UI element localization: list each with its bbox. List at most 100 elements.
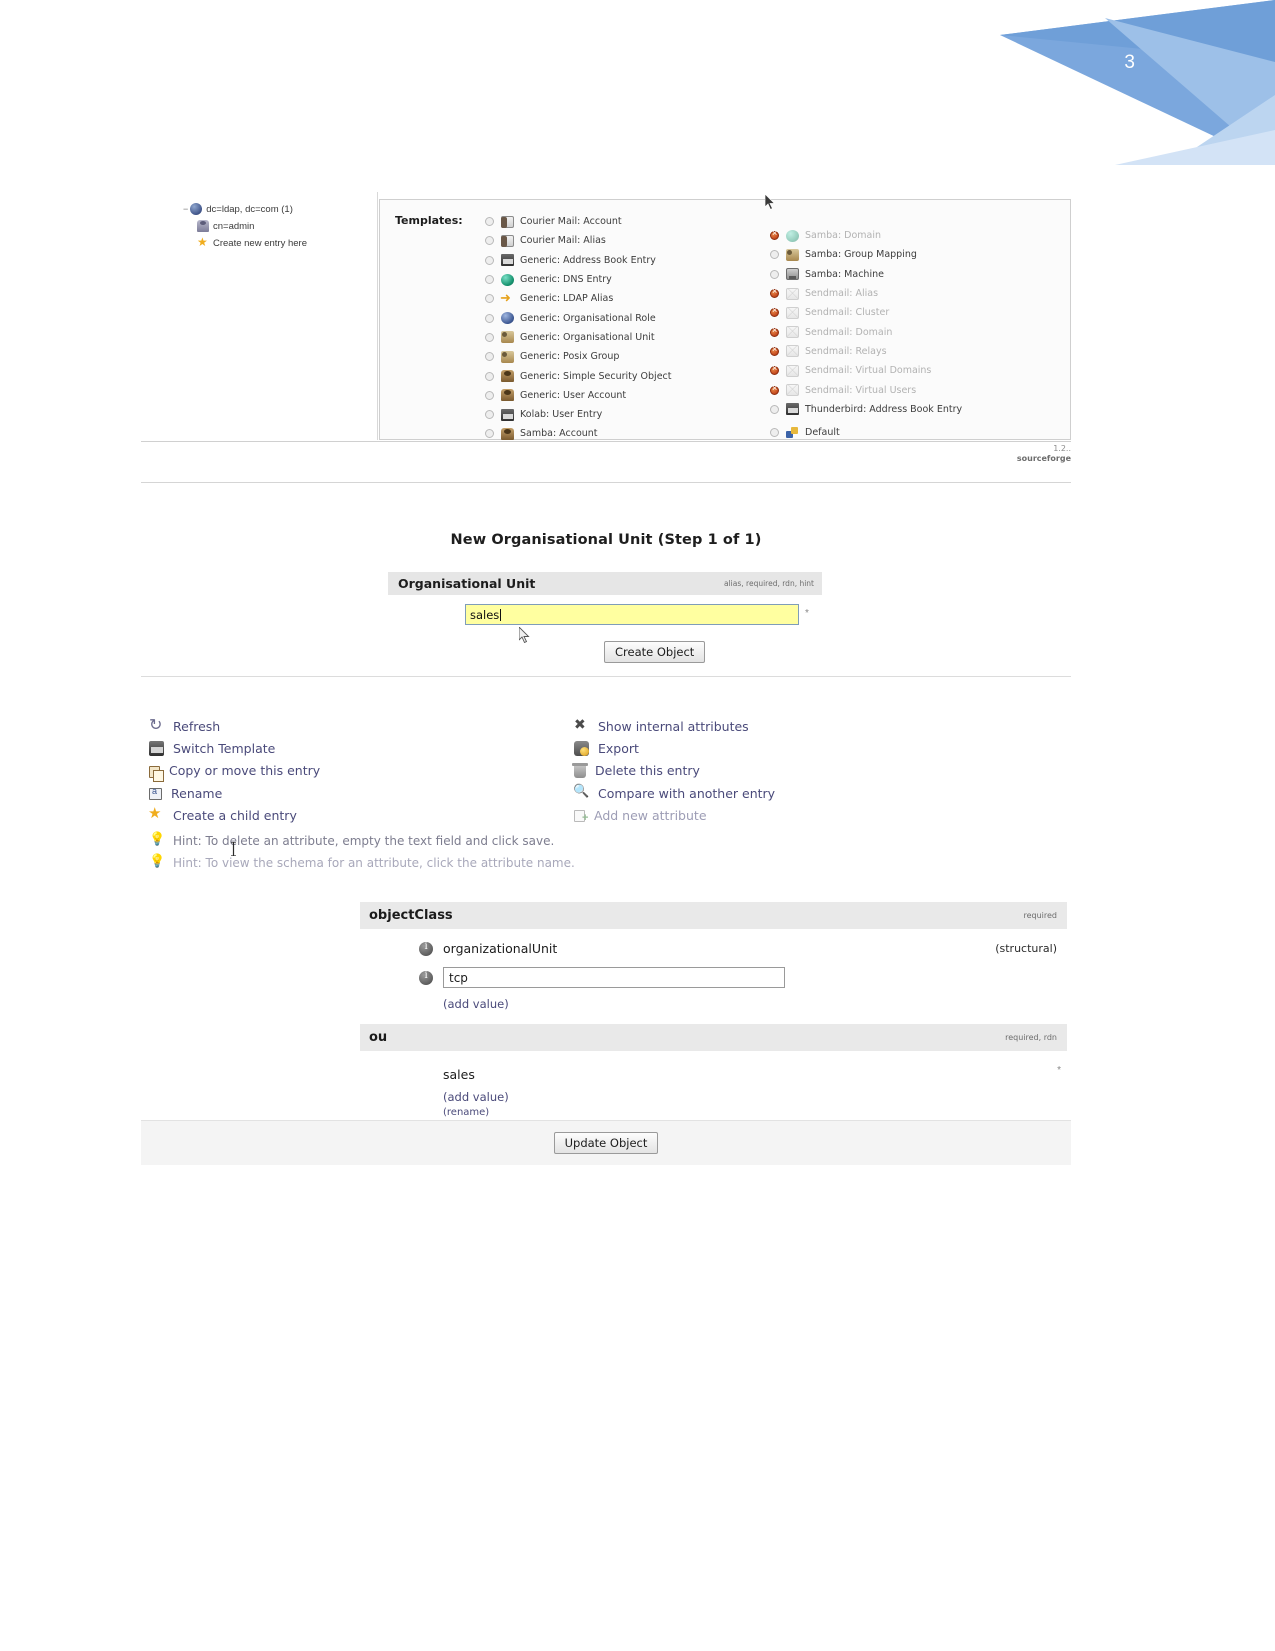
- radio-button[interactable]: [485, 429, 494, 439]
- templates-label: Templates:: [395, 214, 463, 227]
- add-value-link[interactable]: (add value): [360, 997, 1067, 1011]
- template-option[interactable]: Sendmail: Virtual Users: [770, 380, 1060, 399]
- section-divider: [141, 482, 1071, 483]
- radio-button[interactable]: [485, 255, 494, 265]
- template-label: Thunderbird: Address Book Entry: [805, 403, 963, 415]
- action-delete-entry[interactable]: Delete this entry: [572, 760, 775, 782]
- mail-account-icon: [501, 215, 514, 228]
- globe-icon: [190, 203, 203, 215]
- template-option[interactable]: Default: [770, 423, 1060, 442]
- switch-template-icon: [149, 740, 164, 756]
- radio-button-disabled: [770, 306, 779, 318]
- action-refresh[interactable]: Refresh: [149, 715, 320, 737]
- attribute-values: sales * (add value) (rename): [360, 1051, 1067, 1125]
- mail-icon: [786, 287, 799, 300]
- template-option[interactable]: Generic: Posix Group: [485, 347, 785, 366]
- info-icon[interactable]: [419, 941, 433, 956]
- template-option[interactable]: Kolab: User Entry: [485, 405, 785, 424]
- radio-button[interactable]: [485, 313, 494, 323]
- radio-button[interactable]: [485, 275, 494, 285]
- action-switch-template[interactable]: Switch Template: [149, 737, 320, 759]
- template-option[interactable]: Generic: Organisational Role: [485, 308, 785, 327]
- template-label: Sendmail: Alias: [805, 288, 879, 300]
- radio-button-disabled: [770, 229, 779, 241]
- template-label: Sendmail: Virtual Domains: [805, 365, 932, 377]
- template-label: Samba: Group Mapping: [805, 249, 917, 261]
- add-value-link[interactable]: (add value): [360, 1090, 1067, 1104]
- action-label: Add new attribute: [594, 807, 707, 823]
- template-label: Samba: Account: [520, 428, 598, 440]
- radio-button-disabled: [770, 287, 779, 299]
- objectclass-value-input[interactable]: [443, 967, 785, 988]
- radio-button[interactable]: [485, 294, 494, 304]
- attribute-value-row: [360, 965, 1067, 990]
- update-object-button[interactable]: Update Object: [553, 1132, 659, 1154]
- template-option[interactable]: Samba: Domain: [770, 226, 1060, 245]
- info-icon[interactable]: [419, 970, 433, 985]
- template-option[interactable]: Generic: LDAP Alias: [485, 289, 785, 308]
- radio-button[interactable]: [485, 236, 494, 246]
- template-option[interactable]: Generic: Simple Security Object: [485, 366, 785, 385]
- trash-icon: [572, 762, 588, 778]
- attribute-header: ou required, rdn: [360, 1024, 1067, 1051]
- template-option[interactable]: Samba: Group Mapping: [770, 245, 1060, 264]
- template-label: Sendmail: Domain: [805, 326, 893, 338]
- action-create-child-entry[interactable]: Create a child entry: [148, 804, 320, 826]
- template-option[interactable]: Sendmail: Virtual Domains: [770, 361, 1060, 380]
- group-icon: [786, 248, 799, 261]
- radio-button[interactable]: [485, 217, 494, 227]
- template-option[interactable]: Sendmail: Domain: [770, 322, 1060, 341]
- action-export[interactable]: Export: [574, 737, 775, 759]
- radio-button[interactable]: [770, 269, 779, 279]
- rename-link[interactable]: (rename): [360, 1107, 1067, 1118]
- entry-hints: Hint: To delete an attribute, empty the …: [149, 830, 849, 874]
- radio-button[interactable]: [770, 428, 779, 438]
- radio-button[interactable]: [770, 404, 779, 414]
- template-option[interactable]: Courier Mail: Alias: [485, 231, 785, 250]
- hint-row: Hint: To view the schema for an attribut…: [149, 852, 849, 874]
- template-label: Sendmail: Cluster: [805, 307, 890, 319]
- template-option[interactable]: Generic: Address Book Entry: [485, 251, 785, 270]
- radio-button[interactable]: [485, 352, 494, 362]
- template-option[interactable]: Thunderbird: Address Book Entry: [770, 400, 1060, 419]
- tree-root-node[interactable]: − dc=ldap, dc=com (1): [183, 203, 377, 215]
- attribute-block-objectclass: objectClass required organizationalUnit …: [360, 902, 1067, 1016]
- action-show-internal-attributes[interactable]: Show internal attributes: [574, 715, 775, 737]
- tree-item-cn-admin[interactable]: cn=admin: [197, 220, 377, 232]
- template-option[interactable]: Courier Mail: Account: [485, 212, 785, 231]
- template-option[interactable]: Samba: Machine: [770, 265, 1060, 284]
- template-option[interactable]: Generic: User Account: [485, 386, 785, 405]
- action-rename[interactable]: Rename: [149, 782, 320, 804]
- action-label: Create a child entry: [173, 807, 297, 823]
- action-copy-or-move[interactable]: Copy or move this entry: [149, 760, 320, 782]
- copy-icon: [149, 765, 164, 782]
- action-add-new-attribute[interactable]: Add new attribute: [574, 804, 775, 826]
- template-option[interactable]: Sendmail: Cluster: [770, 303, 1060, 322]
- template-label: Default: [805, 427, 840, 439]
- template-option[interactable]: Generic: DNS Entry: [485, 270, 785, 289]
- template-option[interactable]: Sendmail: Relays: [770, 342, 1060, 361]
- tree-expander-icon[interactable]: −: [183, 204, 188, 214]
- tree-item-create-new-entry[interactable]: ★ Create new entry here: [197, 236, 377, 249]
- action-compare-entry[interactable]: Compare with another entry: [573, 782, 775, 804]
- template-option[interactable]: Generic: Organisational Unit: [485, 328, 785, 347]
- organisational-unit-input[interactable]: sales: [465, 604, 799, 625]
- user-icon: [501, 427, 514, 440]
- template-option[interactable]: Sendmail: Alias: [770, 284, 1060, 303]
- create-object-button[interactable]: Create Object: [604, 641, 706, 663]
- hint-row: Hint: To delete an attribute, empty the …: [149, 830, 849, 852]
- radio-button[interactable]: [485, 390, 494, 400]
- mouse-cursor-icon: [765, 194, 776, 210]
- radio-button[interactable]: [485, 332, 494, 342]
- radio-button[interactable]: [485, 410, 494, 420]
- template-label: Generic: DNS Entry: [520, 274, 612, 286]
- mail-alias-icon: [501, 234, 514, 247]
- page-corner-decoration: [995, 0, 1275, 165]
- attribute-flags: required, rdn: [1005, 1033, 1057, 1042]
- radio-button-disabled: [770, 345, 779, 356]
- input-value: sales: [470, 608, 500, 622]
- radio-button[interactable]: [485, 371, 494, 381]
- lightbulb-icon: [149, 853, 165, 871]
- template-label: Sendmail: Virtual Users: [805, 384, 917, 396]
- radio-button[interactable]: [770, 250, 779, 260]
